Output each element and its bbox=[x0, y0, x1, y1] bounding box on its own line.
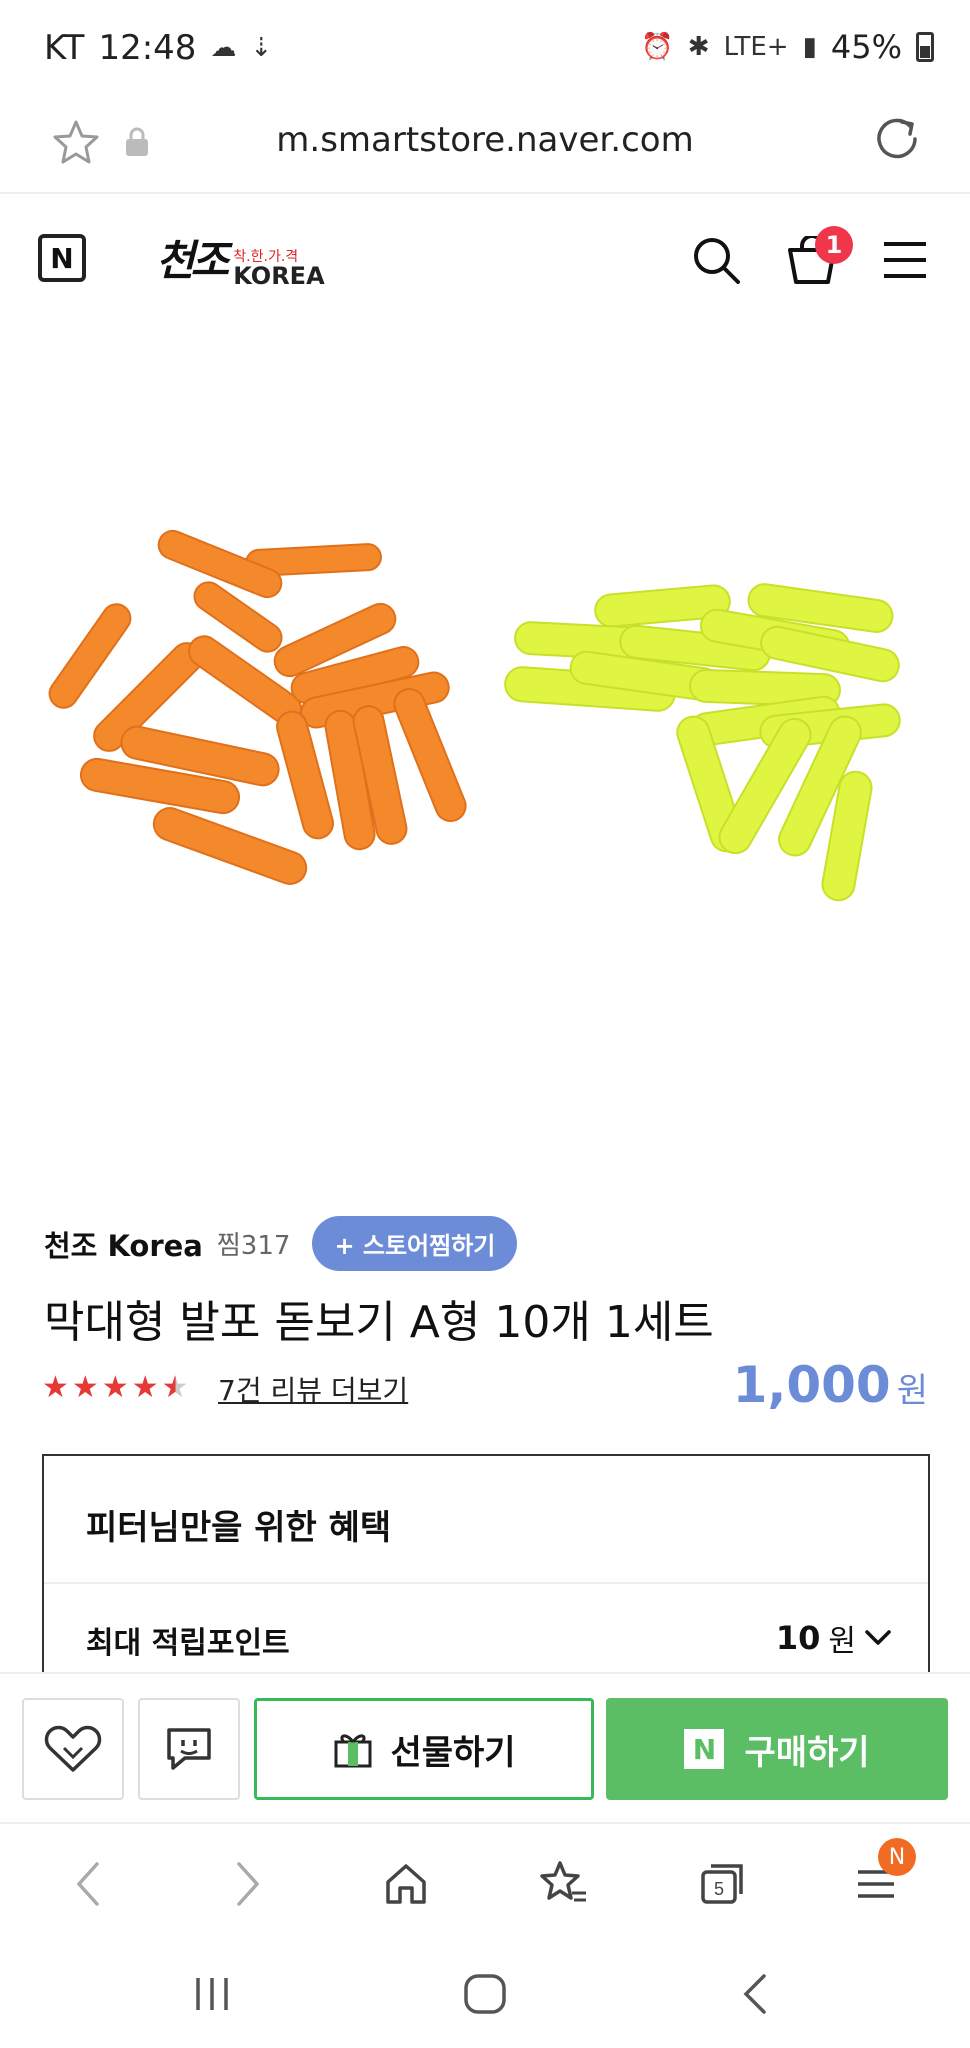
search-icon[interactable] bbox=[690, 234, 742, 286]
system-home-icon[interactable] bbox=[462, 1972, 508, 2016]
rating-stars: ★ ★ ★ ★ ★ bbox=[42, 1370, 189, 1405]
benefit-title: 피터님만을 위한 혜택 bbox=[86, 1508, 392, 1548]
point-dropdown[interactable]: 10 원 bbox=[776, 1616, 892, 1660]
buy-label: 구매하기 bbox=[744, 1732, 870, 1773]
browser-nav: 5 bbox=[0, 1824, 970, 1938]
store-logo-korea: KOREA bbox=[233, 262, 325, 290]
menu-icon[interactable] bbox=[882, 240, 928, 280]
status-right: ⏰ ✱ LTE+ ▮ 45% bbox=[641, 28, 934, 66]
point-value: 10 bbox=[775, 1619, 821, 1657]
store-logo-text: 착.한.가.격 KOREA bbox=[233, 250, 324, 288]
cart-count-badge: 1 bbox=[815, 226, 853, 264]
store-logo-mark: 천조 bbox=[156, 236, 229, 285]
chevron-down-icon bbox=[865, 1630, 891, 1645]
wishlist-button[interactable] bbox=[22, 1698, 124, 1800]
tabs-count-icon: 5 bbox=[701, 1864, 743, 1904]
url-text[interactable]: m.smartstore.naver.com bbox=[0, 120, 970, 160]
battery-percent: 45% bbox=[830, 28, 902, 66]
yellow-sticks bbox=[504, 583, 901, 902]
price-value: 1,000 bbox=[732, 1356, 891, 1414]
point-unit: 원 bbox=[828, 1624, 856, 1659]
star-icon: ★ bbox=[71, 1370, 99, 1405]
cloud-icon: ☁ bbox=[210, 33, 237, 63]
home-icon[interactable] bbox=[376, 1854, 436, 1914]
buy-button[interactable]: N 구매하기 bbox=[606, 1698, 948, 1800]
gift-label: 선물하기 bbox=[390, 1732, 516, 1773]
store-name[interactable]: 천조 Korea bbox=[44, 1223, 203, 1265]
naver-home-icon[interactable]: N bbox=[38, 234, 86, 282]
network-label: LTE+ bbox=[723, 32, 789, 62]
price-currency: 원 bbox=[896, 1371, 928, 1411]
bluetooth-icon: ✱ bbox=[687, 32, 710, 62]
store-jjim-count: 찜317 bbox=[216, 1231, 291, 1261]
gift-icon bbox=[334, 1734, 372, 1768]
store-row: 천조 Korea 찜317 + 스토어찜하기 bbox=[44, 1216, 518, 1271]
star-icon: ★ bbox=[101, 1370, 129, 1405]
forward-icon[interactable] bbox=[218, 1854, 278, 1914]
star-icon: ★ bbox=[131, 1370, 159, 1405]
npay-icon: N bbox=[684, 1729, 725, 1769]
system-nav bbox=[0, 1938, 970, 2048]
orange-sticks bbox=[48, 529, 467, 885]
reload-icon[interactable] bbox=[872, 114, 922, 164]
heart-icon bbox=[44, 1725, 102, 1772]
signal-icon: ▮ bbox=[802, 32, 817, 62]
recent-apps-icon[interactable] bbox=[190, 1974, 234, 2014]
battery-icon bbox=[916, 32, 934, 62]
download-icon: ⇣ bbox=[250, 33, 273, 63]
product-image[interactable] bbox=[0, 320, 970, 1180]
store-logo[interactable]: 천조 착.한.가.격 KOREA bbox=[156, 232, 325, 288]
alarm-icon: ⏰ bbox=[641, 32, 674, 62]
status-bar: KT 12:48 ☁ ⇣ ⏰ ✱ LTE+ ▮ 45% bbox=[0, 0, 970, 96]
product-title: 막대형 발포 돋보기 A형 10개 1세트 bbox=[44, 1297, 714, 1348]
carrier-label: KT bbox=[44, 28, 85, 68]
review-link[interactable]: 7건 리뷰 더보기 bbox=[218, 1369, 408, 1409]
product-price: 1,000 원 bbox=[733, 1356, 928, 1414]
action-bar: 선물하기 N 구매하기 bbox=[0, 1672, 970, 1824]
chat-icon bbox=[167, 1728, 211, 1770]
tabs-count: 5 bbox=[714, 1879, 724, 1899]
star-icon: ★ bbox=[42, 1370, 69, 1405]
menu-badge: N bbox=[878, 1838, 916, 1876]
point-label: 최대 적립포인트 bbox=[86, 1626, 290, 1661]
clock: 12:48 bbox=[98, 28, 197, 68]
talk-button[interactable] bbox=[138, 1698, 240, 1800]
store-follow-button[interactable]: + 스토어찜하기 bbox=[312, 1216, 518, 1271]
system-back-icon[interactable] bbox=[738, 1972, 772, 2016]
bookmarks-icon[interactable] bbox=[534, 1854, 594, 1914]
url-bar: m.smartstore.naver.com bbox=[0, 96, 970, 194]
gift-button[interactable]: 선물하기 bbox=[254, 1698, 594, 1800]
tabs-icon[interactable]: 5 bbox=[692, 1854, 752, 1914]
back-icon[interactable] bbox=[58, 1854, 118, 1914]
half-star-icon: ★ bbox=[161, 1370, 189, 1405]
divider bbox=[44, 1582, 928, 1584]
status-left: KT 12:48 ☁ ⇣ bbox=[44, 28, 272, 68]
